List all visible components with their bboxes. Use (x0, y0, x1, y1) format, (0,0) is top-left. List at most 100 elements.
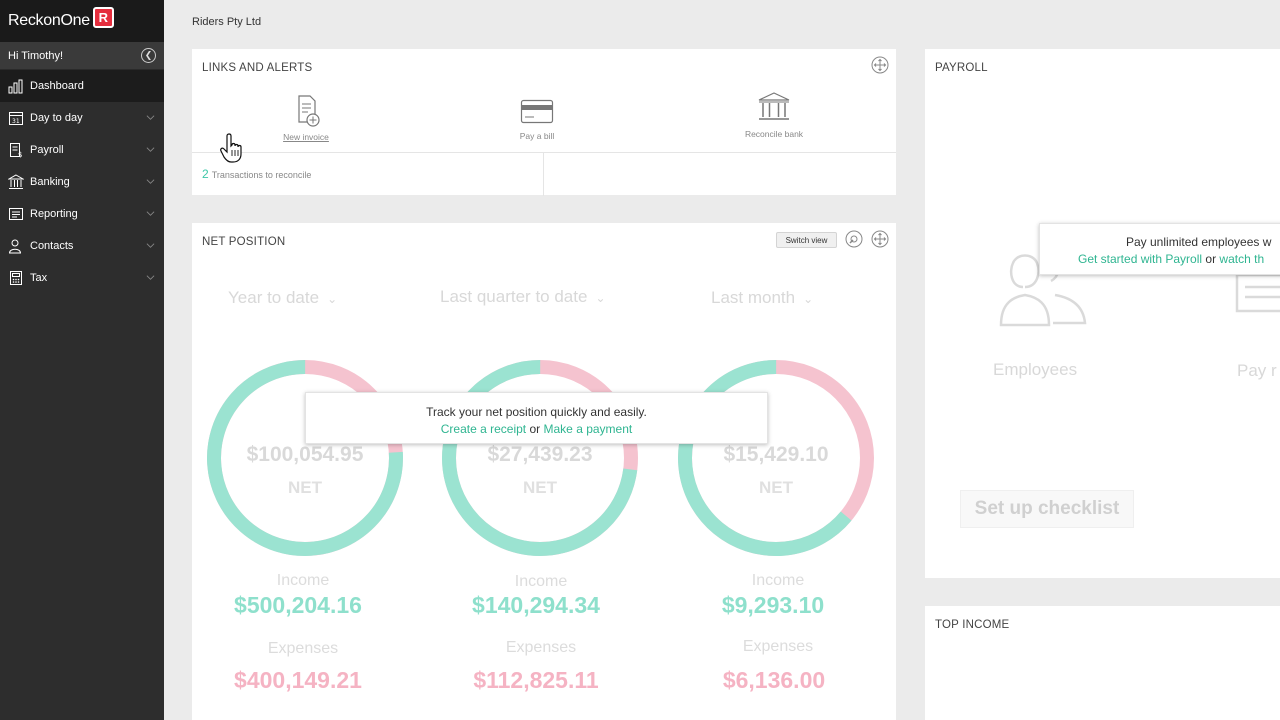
net-value: $27,439.23 (487, 443, 593, 466)
sidebar-item-label: Payroll (30, 144, 64, 156)
new-invoice-label: New invoice (283, 132, 329, 142)
chevron-down-icon: ⌄ (327, 292, 338, 306)
panel-title: PAYROLL (935, 62, 988, 74)
hand-cursor-icon (220, 133, 242, 163)
bar-chart-icon (8, 78, 24, 94)
app-logo[interactable]: ReckonOne R (0, 0, 164, 42)
greeting-bar: Hi Timothy! ❮ (0, 42, 164, 70)
net-position-panel: NET POSITION Switch view Year to date ⌄ L… (192, 223, 896, 720)
calculator-icon (8, 270, 24, 286)
net-label: NET (759, 478, 793, 497)
net-value: $15,429.10 (723, 443, 829, 466)
sidebar-item-label: Tax (30, 272, 48, 284)
transactions-row: 2 Transactions to reconcile (192, 152, 896, 196)
report-icon (8, 206, 24, 222)
expenses-label: Expenses (505, 639, 577, 656)
collapse-sidebar-icon[interactable]: ❮ (141, 48, 156, 63)
expenses-value: $112,825.11 (473, 667, 599, 693)
calendar-icon: 31 (8, 110, 24, 126)
panel-title: LINKS AND ALERTS (202, 62, 313, 74)
sidebar-item-tax[interactable]: Tax (0, 262, 164, 294)
income-value: $9,293.10 (721, 592, 825, 618)
expenses-value: $400,149.21 (234, 667, 362, 693)
contacts-icon (8, 238, 24, 254)
payroll-prompt: Pay unlimited employees w Get started wi… (1039, 223, 1280, 275)
chevron-down-icon (146, 211, 155, 216)
greeting-text: Hi Timothy! (8, 49, 64, 62)
period-label: Year to date (228, 288, 320, 307)
logo-text: ReckonOne (8, 12, 90, 29)
switch-view-button[interactable]: Switch view (776, 232, 837, 248)
period-label: Last month (711, 288, 796, 307)
pay-bill-label: Pay a bill (519, 131, 555, 141)
income-label: Income (751, 572, 805, 589)
sidebar-item-payroll[interactable]: $ Payroll (0, 134, 164, 166)
bank-icon (8, 174, 24, 190)
sidebar: ReckonOne R Hi Timothy! ❮ Dashboard 31 D… (0, 0, 164, 720)
watch-video-link[interactable]: watch th (1219, 252, 1264, 266)
income-label: Income (276, 572, 330, 589)
setup-checklist-button[interactable]: Set up checklist (960, 490, 1134, 528)
or-text: or (529, 422, 541, 436)
income-value: $140,294.34 (472, 592, 600, 618)
company-name: Riders Pty Ltd (192, 16, 262, 28)
pay-run-icon (1235, 273, 1280, 313)
sidebar-item-contacts[interactable]: Contacts (0, 230, 164, 262)
credit-card-icon (520, 99, 554, 124)
settings-icon[interactable] (845, 230, 863, 248)
new-invoice-link[interactable]: New invoice (276, 94, 336, 142)
reconcile-bank-link[interactable]: Reconcile bank (734, 91, 814, 139)
income-label: Income (514, 573, 568, 590)
svg-text:31: 31 (12, 118, 20, 125)
net-value: $100,054.95 (246, 443, 364, 466)
bank-icon (758, 92, 790, 120)
expenses-label: Expenses (742, 638, 814, 655)
new-invoice-icon (298, 95, 320, 127)
transactions-label: Transactions to reconcile (211, 170, 312, 180)
move-icon[interactable] (871, 56, 889, 74)
period-select-last-month[interactable]: Last month ⌄ (711, 288, 813, 308)
chevron-down-icon (146, 179, 155, 184)
get-started-payroll-link[interactable]: Get started with Payroll (1078, 252, 1202, 266)
sidebar-item-label: Contacts (30, 240, 74, 252)
sidebar-item-banking[interactable]: Banking (0, 166, 164, 198)
divider (543, 153, 544, 196)
make-payment-link[interactable]: Make a payment (544, 422, 633, 436)
panel-title: TOP INCOME (935, 619, 1010, 631)
sidebar-item-day-to-day[interactable]: 31 Day to day (0, 102, 164, 134)
net-position-prompt: Track your net position quickly and easi… (305, 392, 768, 444)
period-select-last-quarter[interactable]: Last quarter to date ⌄ (440, 287, 606, 307)
chevron-down-icon: ⌄ (803, 292, 814, 306)
move-icon[interactable] (871, 230, 889, 248)
employees-label[interactable]: Employees (993, 360, 1077, 380)
logo-badge: R (92, 6, 114, 28)
svg-text:$: $ (18, 151, 22, 158)
expenses-label: Expenses (267, 640, 339, 657)
sidebar-item-reporting[interactable]: Reporting (0, 198, 164, 230)
sidebar-item-label: Reporting (30, 208, 78, 220)
income-value: $500,204.16 (234, 592, 362, 618)
net-label: NET (523, 478, 557, 497)
chevron-down-icon (146, 275, 155, 280)
chevron-down-icon (146, 243, 155, 248)
net-label: NET (288, 478, 322, 497)
or-text: or (1205, 252, 1217, 266)
prompt-text: Track your net position quickly and easi… (426, 405, 647, 419)
transactions-to-reconcile-link[interactable]: 2 Transactions to reconcile (202, 167, 311, 181)
links-alerts-panel: LINKS AND ALERTS New invoice Pay a bill … (192, 49, 896, 196)
sidebar-item-label: Dashboard (30, 80, 84, 92)
sidebar-item-dashboard[interactable]: Dashboard (0, 70, 164, 102)
create-receipt-link[interactable]: Create a receipt (441, 422, 526, 436)
chevron-down-icon: ⌄ (595, 291, 606, 305)
chevron-down-icon (146, 147, 155, 152)
sidebar-item-label: Day to day (30, 112, 83, 124)
pay-bill-link[interactable]: Pay a bill (507, 97, 567, 141)
top-income-panel: TOP INCOME (925, 606, 1280, 720)
payslip-icon: $ (8, 142, 24, 158)
period-select-year-to-date[interactable]: Year to date ⌄ (228, 288, 337, 308)
chevron-down-icon (146, 115, 155, 120)
pay-run-label[interactable]: Pay r (1237, 361, 1277, 381)
sidebar-item-label: Banking (30, 176, 70, 188)
expenses-value: $6,136.00 (722, 667, 826, 693)
prompt-text: Pay unlimited employees w (1126, 235, 1272, 249)
